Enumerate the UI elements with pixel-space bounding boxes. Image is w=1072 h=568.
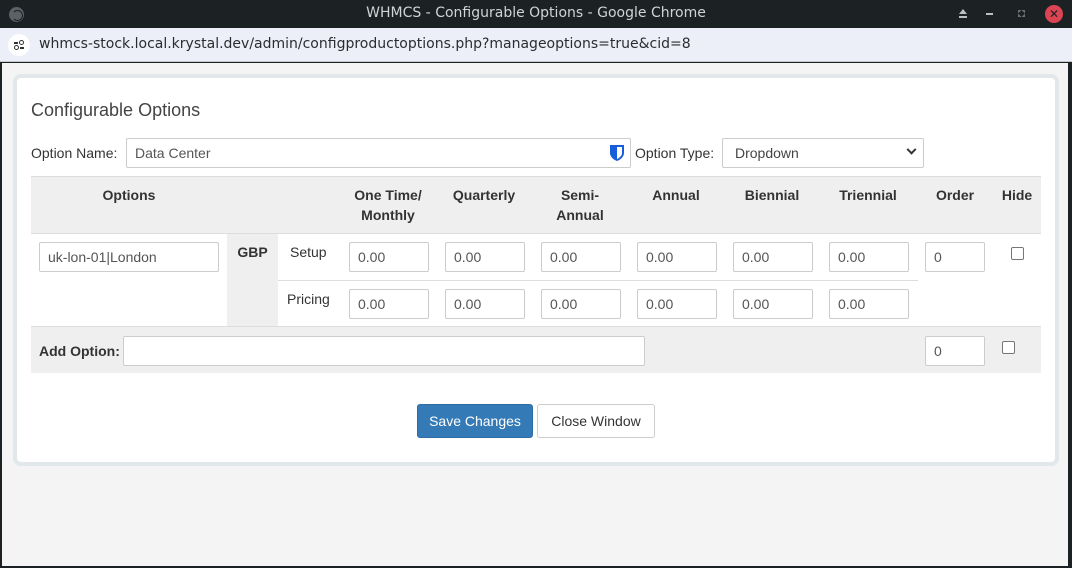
minimize-icon[interactable] xyxy=(982,6,998,22)
header-hide: Hide xyxy=(1001,187,1033,203)
header-quarterly: Quarterly xyxy=(452,187,516,203)
add-option-hide-checkbox[interactable] xyxy=(1002,341,1015,354)
password-manager-shield-icon[interactable] xyxy=(609,144,625,162)
add-option-order-input[interactable]: 0 xyxy=(925,336,985,366)
setup-triennial-input[interactable]: 0.00 xyxy=(829,242,909,272)
option-name-value: Data Center xyxy=(135,145,211,161)
header-one-time-monthly: One Time/ Monthly xyxy=(354,187,422,223)
pricing-semiannual-input[interactable]: 0.00 xyxy=(541,289,621,319)
save-changes-button[interactable]: Save Changes xyxy=(417,404,533,438)
setup-label: Setup xyxy=(290,244,327,260)
table-header: Options One Time/ Monthly Quarterly Semi… xyxy=(31,176,1041,234)
pricing-monthly-input[interactable]: 0.00 xyxy=(349,289,429,319)
option-type-value: Dropdown xyxy=(735,145,799,161)
option-value-input[interactable]: uk-lon-01|London xyxy=(39,242,219,272)
order-input[interactable]: 0 xyxy=(925,242,985,272)
header-biennial: Biennial xyxy=(744,187,800,203)
close-window-icon[interactable]: ✕ xyxy=(1045,5,1063,23)
setup-semiannual-input[interactable]: 0.00 xyxy=(541,242,621,272)
header-semi-annual: Semi- Annual xyxy=(556,187,604,223)
option-type-select[interactable]: Dropdown xyxy=(722,138,924,168)
page-body: Configurable Options Option Name: Data C… xyxy=(2,63,1068,566)
add-option-input[interactable] xyxy=(123,336,645,366)
configurable-options-panel: Configurable Options Option Name: Data C… xyxy=(13,74,1059,466)
pricing-annual-input[interactable]: 0.00 xyxy=(637,289,717,319)
setup-monthly-input[interactable]: 0.00 xyxy=(349,242,429,272)
header-annual: Annual xyxy=(652,187,700,203)
url-text[interactable]: whmcs-stock.local.krystal.dev/admin/conf… xyxy=(39,36,691,52)
hide-checkbox[interactable] xyxy=(1011,247,1024,260)
option-name-label: Option Name: xyxy=(31,145,118,161)
currency-label: GBP xyxy=(237,244,268,260)
option-type-label: Option Type: xyxy=(635,145,715,161)
pricing-label: Pricing xyxy=(287,291,330,307)
pricing-quarterly-input[interactable]: 0.00 xyxy=(445,289,525,319)
window-title: WHMCS - Configurable Options - Google Ch… xyxy=(366,5,706,21)
row-divider xyxy=(278,280,918,281)
address-bar[interactable]: whmcs-stock.local.krystal.dev/admin/conf… xyxy=(0,28,1072,62)
chevron-down-icon xyxy=(906,144,917,155)
add-option-row: Add Option: 0 xyxy=(31,326,1041,373)
page-title: Configurable Options xyxy=(31,100,201,120)
window-titlebar: WHMCS - Configurable Options - Google Ch… xyxy=(0,0,1072,28)
header-options: Options xyxy=(102,187,156,203)
keep-above-icon[interactable] xyxy=(955,6,971,22)
header-triennial: Triennial xyxy=(839,187,897,203)
pricing-biennial-input[interactable]: 0.00 xyxy=(733,289,813,319)
add-option-label: Add Option: xyxy=(39,343,120,359)
header-order: Order xyxy=(935,187,975,203)
site-settings-icon[interactable] xyxy=(8,34,30,56)
currency-cell: GBP xyxy=(227,234,278,326)
option-name-input[interactable]: Data Center xyxy=(126,138,631,168)
maximize-icon[interactable] xyxy=(1014,6,1030,22)
pricing-triennial-input[interactable]: 0.00 xyxy=(829,289,909,319)
close-window-button[interactable]: Close Window xyxy=(537,404,655,438)
setup-biennial-input[interactable]: 0.00 xyxy=(733,242,813,272)
setup-quarterly-input[interactable]: 0.00 xyxy=(445,242,525,272)
setup-annual-input[interactable]: 0.00 xyxy=(637,242,717,272)
